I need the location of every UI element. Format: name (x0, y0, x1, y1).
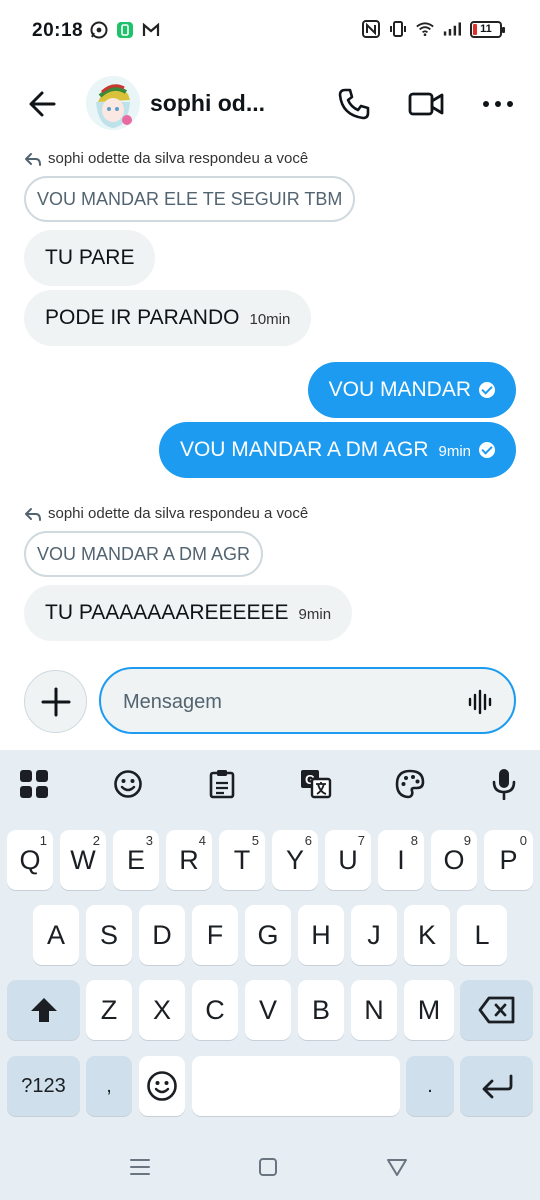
key-o[interactable]: O9 (431, 830, 477, 890)
back-triangle-icon[interactable] (385, 1155, 409, 1179)
contact-name[interactable]: sophi od... (150, 90, 265, 117)
wifi-icon (416, 20, 434, 38)
shift-key[interactable] (7, 980, 80, 1040)
backspace-key[interactable] (460, 980, 533, 1040)
key-t[interactable]: T5 (219, 830, 265, 890)
message-input[interactable] (123, 687, 453, 717)
key-u[interactable]: U7 (325, 830, 371, 890)
keyboard-toolbar: G (0, 750, 540, 818)
battery-level: 11 (480, 22, 492, 35)
key-p[interactable]: P0 (484, 830, 533, 890)
key-k[interactable]: K (404, 905, 450, 965)
gmail-icon (142, 21, 160, 39)
reply-note: sophi odette da silva respondeu a você (24, 150, 308, 167)
message-text: PODE IR PARANDO (45, 306, 240, 329)
translate-icon[interactable]: G (298, 766, 334, 802)
key-f[interactable]: F (192, 905, 238, 965)
reply-note-text: sophi odette da silva respondeu a você (48, 150, 309, 167)
palette-icon[interactable] (392, 766, 428, 802)
quoted-message[interactable]: VOU MANDAR ELE TE SEGUIR TBM (24, 176, 356, 222)
backspace-icon (478, 996, 514, 1024)
reply-note-text: sophi odette da silva respondeu a você (48, 505, 309, 522)
received-message[interactable]: TU PARE (24, 230, 156, 286)
sent-message[interactable]: VOU MANDAR A DM AGR 9min (158, 422, 516, 478)
message-text: VOU MANDAR A DM AGR (179, 438, 429, 461)
reply-note: sophi odette da silva respondeu a você (24, 505, 308, 522)
key-d[interactable]: D (139, 905, 185, 965)
reply-arrow-icon (25, 152, 41, 166)
enter-icon (482, 1074, 512, 1099)
key-v[interactable]: V (245, 980, 291, 1040)
video-icon[interactable] (406, 84, 446, 124)
space-key[interactable] (192, 1056, 400, 1116)
message-input-box[interactable] (99, 667, 516, 734)
shift-arrow-icon (30, 998, 57, 1022)
key-g[interactable]: G (245, 905, 291, 965)
vibrate-icon (389, 20, 407, 38)
received-message[interactable]: PODE IR PARANDO 10min (24, 290, 312, 346)
green-app-icon (116, 21, 134, 39)
mic-icon[interactable] (486, 766, 522, 802)
battery-icon: 11 (470, 20, 505, 38)
key-r[interactable]: R4 (166, 830, 212, 890)
emoji-icon[interactable] (110, 766, 146, 802)
key-i[interactable]: I8 (378, 830, 424, 890)
key-a[interactable]: A (33, 905, 79, 965)
chat-header: sophi od... (0, 62, 540, 146)
avatar[interactable] (86, 76, 140, 130)
home-square-icon[interactable] (256, 1155, 280, 1179)
key-j[interactable]: J (351, 905, 397, 965)
received-message[interactable]: TU PAAAAAAAREEEEEE 9min (24, 585, 353, 641)
comma-key[interactable]: , (86, 1056, 132, 1116)
key-z[interactable]: Z (86, 980, 132, 1040)
status-time: 20:18 (32, 20, 84, 41)
plus-icon (41, 687, 70, 716)
key-b[interactable]: B (298, 980, 344, 1040)
apps-grid-icon[interactable] (16, 766, 52, 802)
key-n[interactable]: N (351, 980, 397, 1040)
back-arrow-icon[interactable] (24, 84, 64, 124)
message-time: 9min (298, 606, 332, 623)
waveform-icon[interactable] (468, 689, 494, 715)
message-text: TU PARE (45, 246, 135, 269)
message-time: 9min (438, 443, 471, 460)
sent-message[interactable]: VOU MANDAR (307, 362, 516, 418)
nfc-icon (362, 20, 380, 38)
key-q[interactable]: Q1 (7, 830, 53, 890)
key-y[interactable]: Y6 (272, 830, 318, 890)
key-h[interactable]: H (298, 905, 344, 965)
key-x[interactable]: X (139, 980, 185, 1040)
status-bar: 20:18 11 (0, 0, 540, 62)
keyboard: G Q1 W2 E3 R4 T5 Y6 U7 I8 O9 P0 A S D F … (0, 750, 540, 1135)
phone-icon[interactable] (334, 84, 374, 124)
key-s[interactable]: S (86, 905, 132, 965)
symbols-key[interactable]: ?123 (7, 1056, 80, 1116)
message-time: 10min (249, 311, 291, 328)
message-text: VOU MANDAR (328, 378, 471, 401)
key-c[interactable]: C (192, 980, 238, 1040)
reply-arrow-icon (25, 507, 41, 521)
key-e[interactable]: E3 (113, 830, 159, 890)
clipboard-icon[interactable] (204, 766, 240, 802)
period-key[interactable]: . (406, 1056, 454, 1116)
key-m[interactable]: M (404, 980, 454, 1040)
signal-icon (443, 20, 461, 38)
whatsapp-icon (90, 21, 108, 39)
menu-icon[interactable] (128, 1155, 152, 1179)
emoji-icon (147, 1071, 177, 1101)
add-attachment-button[interactable] (24, 670, 87, 733)
sent-check-icon (479, 382, 495, 398)
quoted-message[interactable]: VOU MANDAR A DM AGR (24, 531, 264, 577)
key-w[interactable]: W2 (60, 830, 106, 890)
message-text: TU PAAAAAAAREEEEEE (45, 601, 289, 624)
enter-key[interactable] (460, 1056, 533, 1116)
emoji-key[interactable] (139, 1056, 185, 1116)
more-icon[interactable] (478, 84, 518, 124)
key-l[interactable]: L (457, 905, 507, 965)
system-nav-bar (0, 1135, 540, 1200)
sent-check-icon (479, 442, 495, 458)
